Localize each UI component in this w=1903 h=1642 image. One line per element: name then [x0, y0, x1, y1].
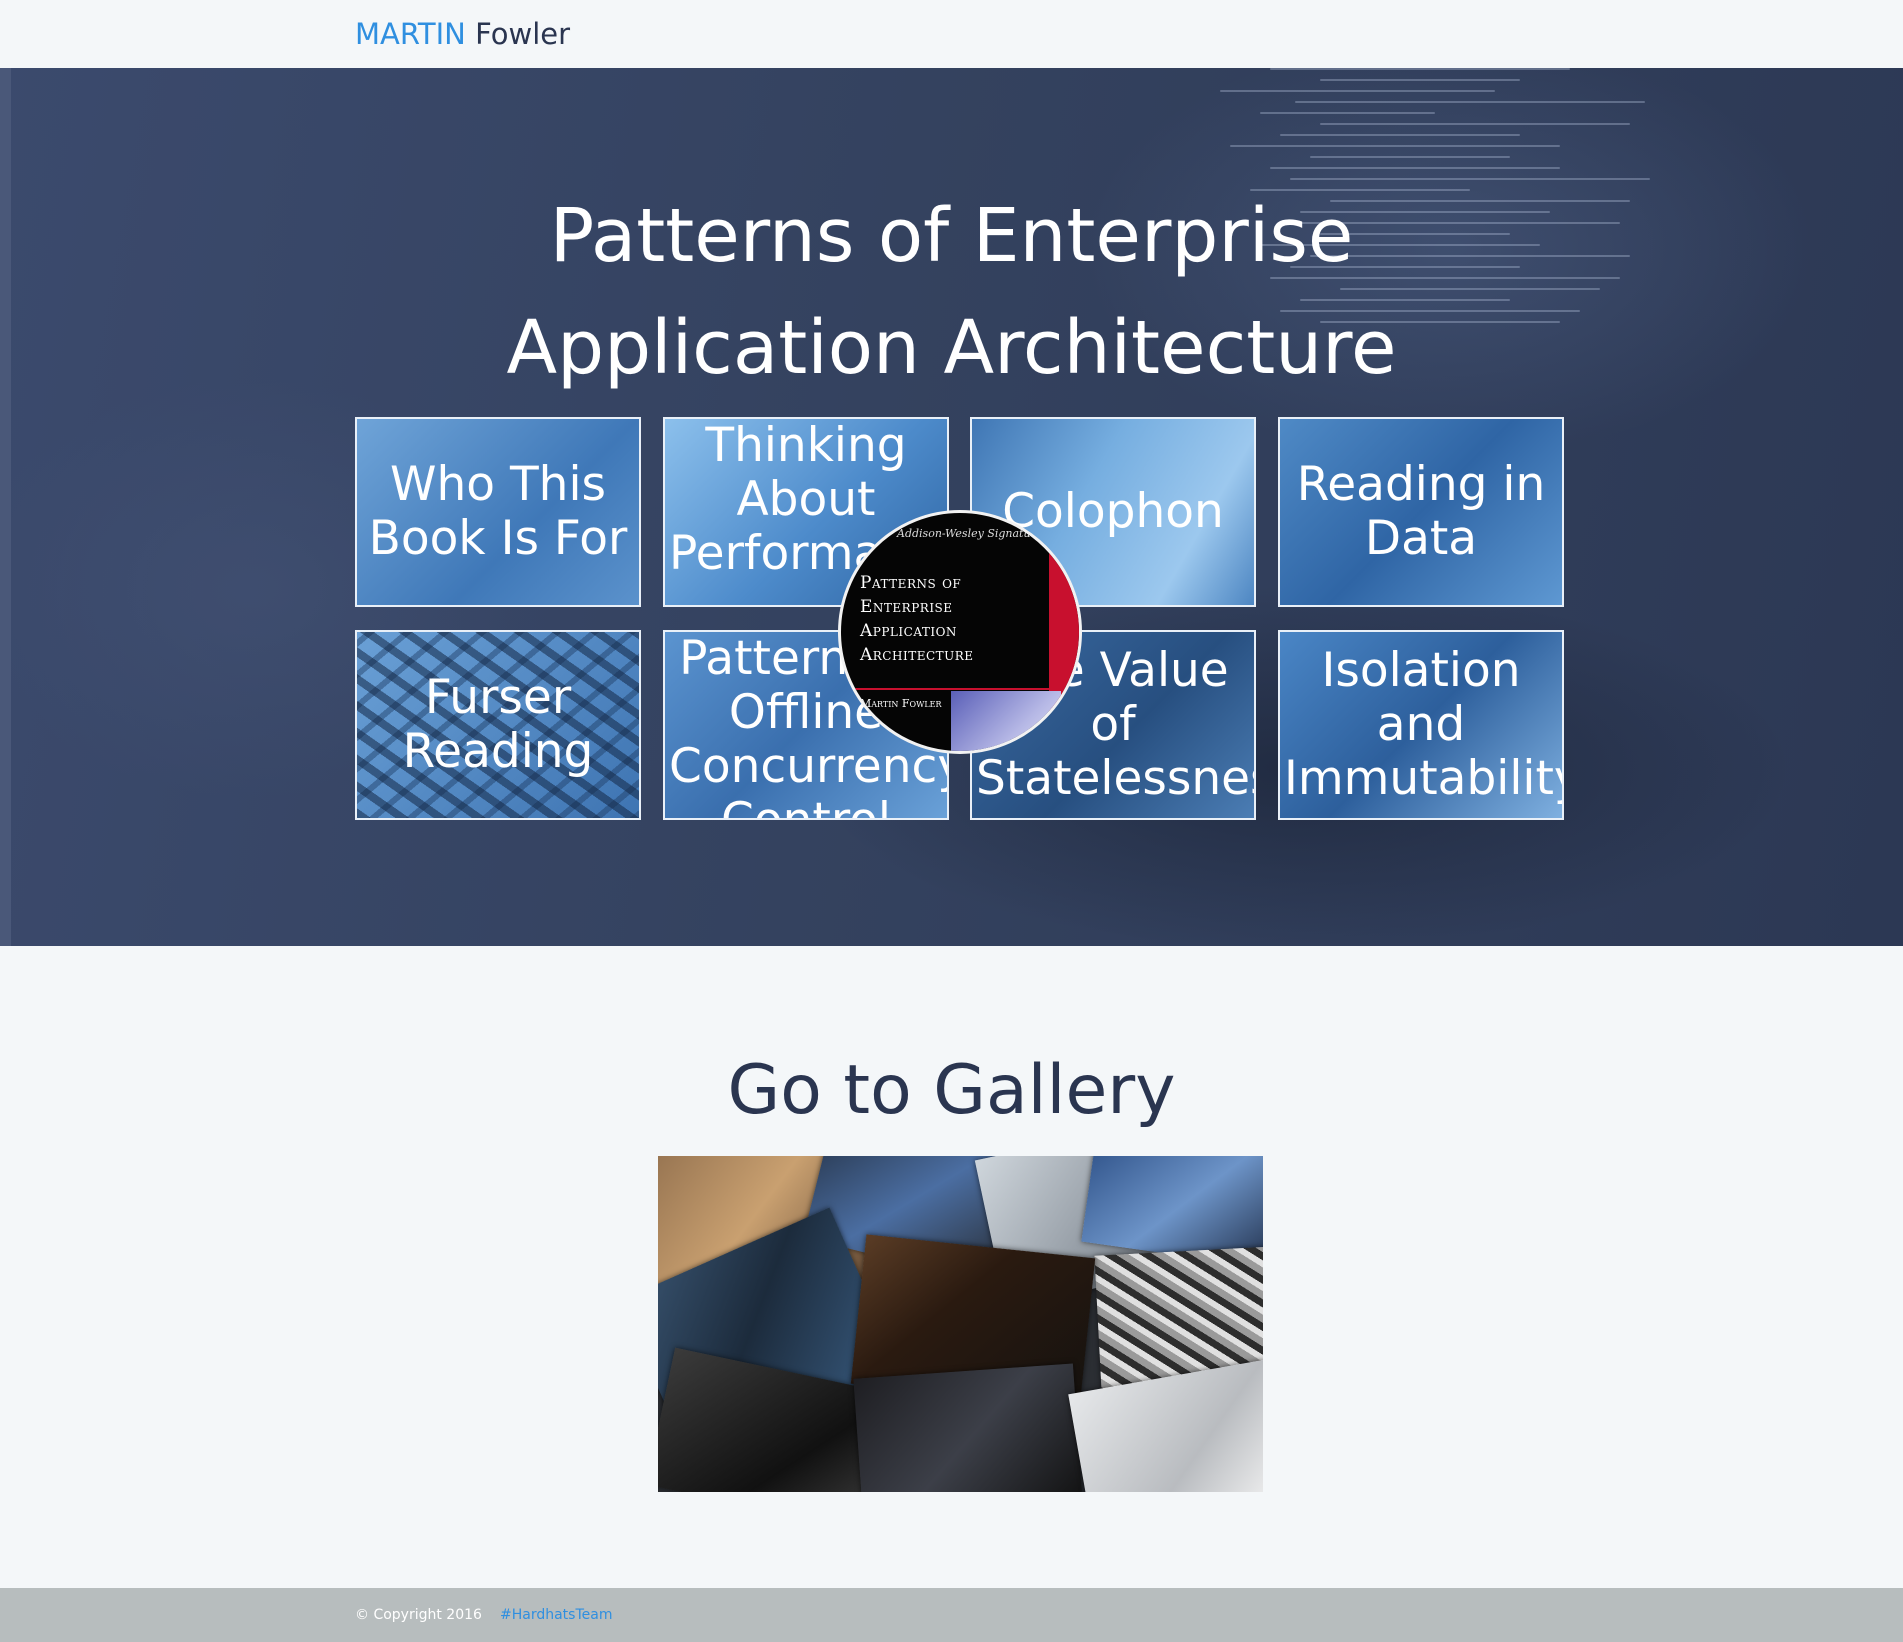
cover-author: Martin Fowler: [860, 697, 942, 710]
cover-photo: [951, 691, 1061, 751]
tile-who-this-book-is-for[interactable]: Who This Book Is For: [355, 417, 641, 607]
cover-red-line: [841, 688, 1061, 690]
tile-label: Isolation and Immutability: [1284, 643, 1564, 806]
cover-title-line: Enterprise: [860, 597, 953, 617]
brand-logo-link[interactable]: MARTIN Fowler: [355, 16, 570, 52]
brand-first-name: MARTIN: [355, 17, 466, 51]
tile-isolation-and-immutability[interactable]: Isolation and Immutability: [1278, 630, 1564, 820]
site-footer: © Copyright 2016 #HardhatsTeam: [0, 1588, 1903, 1642]
collage-photo: [853, 1363, 1083, 1492]
gallery-collage-link[interactable]: [658, 1156, 1263, 1492]
cover-title-line: Application: [860, 621, 957, 641]
brand-last-name: Fowler: [475, 17, 571, 51]
tile-reading-in-data[interactable]: Reading in Data: [1278, 417, 1564, 607]
cover-title: Patterns of Enterprise Application Archi…: [860, 571, 1040, 667]
cover-series-name: Addison-Wesley Signature Series: [897, 527, 1081, 540]
cover-title-line: Architecture: [860, 645, 974, 665]
tile-label: Who This Book Is For: [368, 457, 628, 566]
site-header: MARTIN Fowler: [0, 0, 1903, 68]
tile-furser-reading[interactable]: Furser Reading: [355, 630, 641, 820]
tile-label: Furser Reading: [402, 670, 594, 779]
collage-photo: [1068, 1359, 1263, 1492]
hashtag-link[interactable]: #HardhatsTeam: [500, 1606, 612, 1624]
page-title-line-2: Application Architecture: [506, 305, 1397, 391]
gallery-heading: Go to Gallery: [727, 1051, 1176, 1130]
tile-label: Reading in Data: [1296, 457, 1546, 566]
page-title-line-1: Patterns of Enterprise: [549, 193, 1354, 279]
copyright-text: © Copyright 2016: [355, 1607, 482, 1623]
hero-section: Patterns of Enterprise Application Archi…: [0, 68, 1903, 946]
cover-title-line: Patterns of: [860, 573, 962, 593]
page-title: Patterns of Enterprise Application Archi…: [0, 180, 1903, 404]
book-cover-image: Addison-Wesley Signature Series Patterns…: [838, 510, 1082, 754]
